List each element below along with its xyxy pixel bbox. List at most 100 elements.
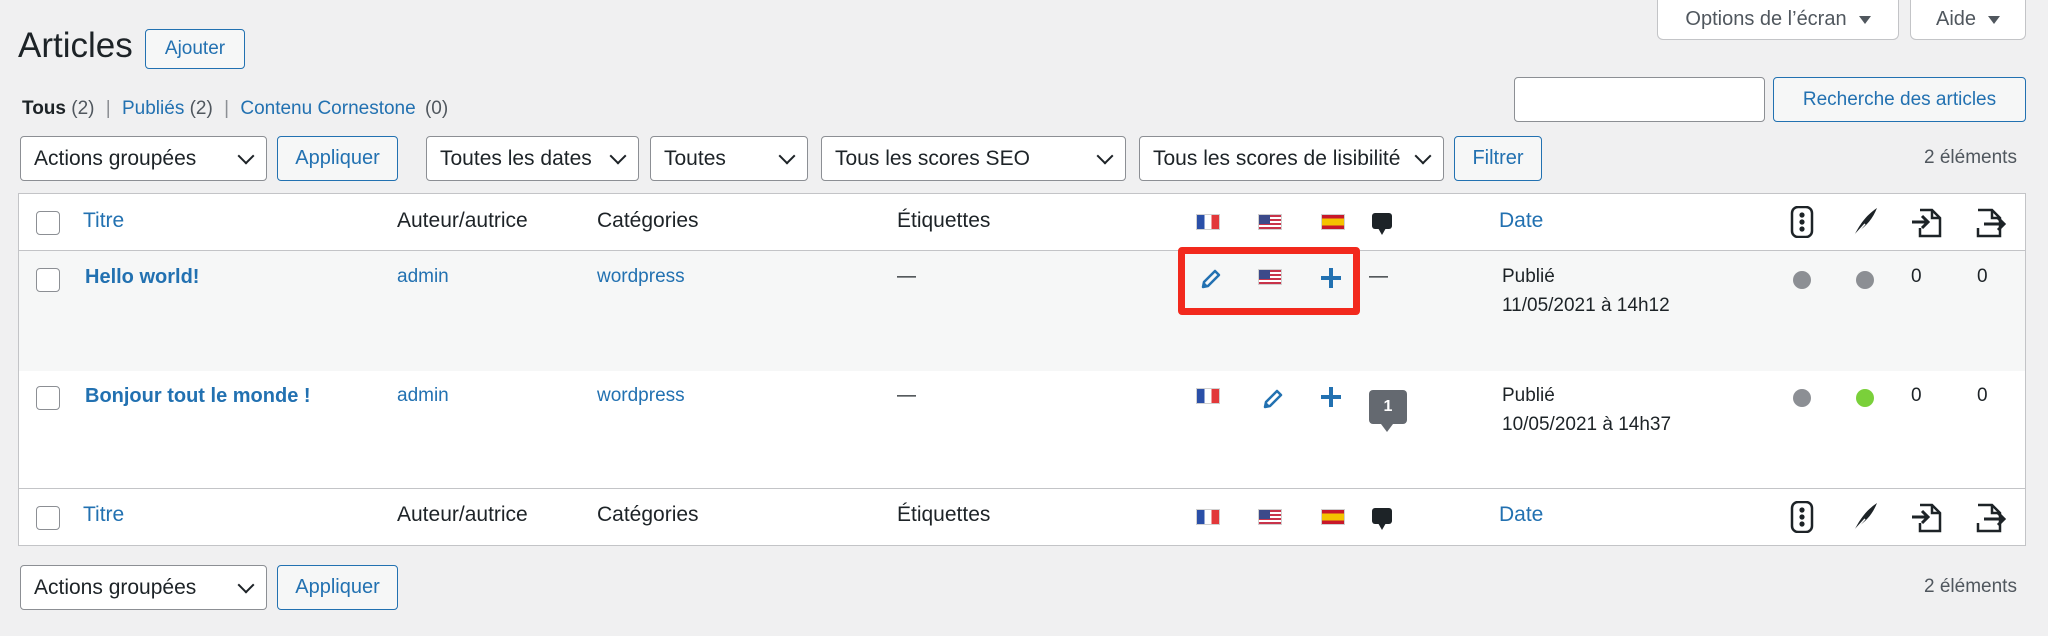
- column-categories: Catégories: [597, 503, 699, 526]
- status-views: Tous (2) | Publiés (2) | Contenu Cornest…: [22, 98, 448, 120]
- readability-score-dot: [1856, 389, 1874, 407]
- category-filter-select[interactable]: Toutes: [650, 136, 808, 181]
- column-author: Auteur/autrice: [397, 503, 528, 526]
- triangle-down-icon: [1858, 15, 1871, 24]
- date-filter-value: Toutes les dates: [440, 146, 592, 170]
- readability-filter-value: Tous les scores de lisibilité: [1153, 146, 1401, 170]
- bulk-actions-value: Actions groupées: [34, 146, 197, 170]
- column-tags: Étiquettes: [897, 209, 991, 232]
- table-row: Bonjour tout le monde ! admin wordpress …: [19, 371, 2025, 489]
- edit-translation-pencil-icon[interactable]: [1261, 387, 1285, 411]
- bottom-bulk-actions-value: Actions groupées: [34, 575, 197, 599]
- spain-flag-icon: [1321, 509, 1345, 525]
- post-date: 11/05/2021 à 14h12: [1502, 295, 1670, 316]
- column-categories: Catégories: [597, 209, 699, 232]
- category-link[interactable]: wordpress: [597, 385, 685, 407]
- row-checkbox[interactable]: [36, 268, 60, 292]
- view-all-count: (2): [71, 98, 95, 119]
- screen-options-label: Options de l’écran: [1685, 8, 1847, 30]
- help-label: Aide: [1935, 8, 1977, 30]
- table-header-row: Titre Auteur/autrice Catégories Étiquett…: [19, 194, 2025, 251]
- table-row: Hello world! admin wordpress — — Publié …: [19, 251, 2025, 371]
- chevron-down-icon: [1096, 147, 1114, 165]
- add-new-button[interactable]: Ajouter: [145, 29, 245, 69]
- view-cornerstone[interactable]: Contenu Cornestone: [240, 98, 415, 119]
- post-title-link[interactable]: Hello world!: [85, 266, 199, 289]
- bulk-actions-select[interactable]: Actions groupées: [20, 136, 267, 181]
- incoming-links-count: 0: [1977, 385, 1988, 406]
- author-link[interactable]: admin: [397, 266, 449, 288]
- bottom-bulk-actions-select[interactable]: Actions groupées: [20, 565, 267, 610]
- view-all[interactable]: Tous: [22, 98, 66, 119]
- seo-score-dot: [1793, 389, 1811, 407]
- us-flag-icon: [1258, 509, 1282, 525]
- readability-filter-select[interactable]: Tous les scores de lisibilité: [1139, 136, 1444, 181]
- post-status: Publié: [1502, 385, 1555, 406]
- us-flag-icon: [1258, 214, 1282, 230]
- spain-flag-icon: [1321, 214, 1345, 230]
- tags-cell: —: [897, 266, 916, 287]
- chevron-down-icon: [609, 147, 627, 165]
- page-title: Articles: [18, 26, 133, 65]
- apply-button[interactable]: Appliquer: [277, 136, 398, 181]
- readability-feather-icon[interactable]: [1851, 206, 1879, 238]
- triangle-down-icon: [1988, 15, 2001, 24]
- comment-bubble-icon[interactable]: [1372, 508, 1392, 530]
- post-title-link[interactable]: Bonjour tout le monde !: [85, 385, 311, 408]
- help-button[interactable]: Aide: [1910, 0, 2026, 40]
- select-all-checkbox[interactable]: [36, 506, 60, 530]
- chevron-down-icon: [1414, 147, 1432, 165]
- column-author: Auteur/autrice: [397, 209, 528, 232]
- view-cornerstone-count: (0): [424, 98, 449, 119]
- column-date[interactable]: Date: [1499, 209, 1543, 233]
- outgoing-links-icon[interactable]: [1910, 206, 1944, 238]
- seo-score-filter-value: Tous les scores SEO: [835, 146, 1030, 170]
- screen-options-button[interactable]: Options de l’écran: [1657, 0, 1899, 40]
- date-filter-select[interactable]: Toutes les dates: [426, 136, 639, 181]
- add-translation-plus-icon[interactable]: [1319, 385, 1343, 409]
- seo-traffic-light-icon[interactable]: [1790, 501, 1814, 533]
- incoming-links-count: 0: [1977, 266, 1988, 287]
- seo-traffic-light-icon[interactable]: [1790, 206, 1814, 238]
- posts-table: Titre Auteur/autrice Catégories Étiquett…: [18, 193, 2026, 546]
- table-footer-row: Titre Auteur/autrice Catégories Étiquett…: [19, 488, 2025, 545]
- column-title[interactable]: Titre: [83, 209, 124, 233]
- author-link[interactable]: admin: [397, 385, 449, 407]
- outgoing-links-icon[interactable]: [1910, 501, 1944, 533]
- tags-cell: —: [897, 385, 916, 406]
- chevron-down-icon: [237, 576, 255, 594]
- filter-button[interactable]: Filtrer: [1454, 136, 1542, 181]
- comments-cell: —: [1369, 266, 1388, 287]
- separator: |: [105, 98, 111, 119]
- readability-score-dot: [1856, 271, 1874, 289]
- comment-count-badge[interactable]: 1: [1369, 390, 1407, 432]
- row-checkbox[interactable]: [36, 386, 60, 410]
- search-input[interactable]: [1514, 77, 1765, 122]
- chevron-down-icon: [778, 147, 796, 165]
- readability-feather-icon[interactable]: [1851, 501, 1879, 533]
- column-title[interactable]: Titre: [83, 503, 124, 527]
- select-all-checkbox[interactable]: [36, 211, 60, 235]
- column-date[interactable]: Date: [1499, 503, 1543, 527]
- bottom-item-count: 2 éléments: [1924, 576, 2017, 597]
- view-published[interactable]: Publiés: [122, 98, 184, 119]
- french-flag-icon: [1196, 388, 1220, 404]
- chevron-down-icon: [237, 147, 255, 165]
- item-count: 2 éléments: [1924, 147, 2017, 168]
- seo-score-dot: [1793, 271, 1811, 289]
- seo-score-filter-select[interactable]: Tous les scores SEO: [821, 136, 1126, 181]
- search-posts-button[interactable]: Recherche des articles: [1773, 77, 2026, 122]
- separator: |: [224, 98, 230, 119]
- outgoing-links-count: 0: [1911, 266, 1922, 287]
- comment-bubble-icon[interactable]: [1372, 213, 1392, 235]
- post-date: 10/05/2021 à 14h37: [1502, 414, 1672, 435]
- incoming-links-icon[interactable]: [1974, 206, 2008, 238]
- bottom-apply-button[interactable]: Appliquer: [277, 565, 398, 610]
- column-tags: Étiquettes: [897, 503, 991, 526]
- french-flag-icon: [1196, 214, 1220, 230]
- translation-highlight-box: [1178, 247, 1360, 315]
- incoming-links-icon[interactable]: [1974, 501, 2008, 533]
- view-published-count: (2): [189, 98, 213, 119]
- category-link[interactable]: wordpress: [597, 266, 685, 288]
- category-filter-value: Toutes: [664, 146, 726, 170]
